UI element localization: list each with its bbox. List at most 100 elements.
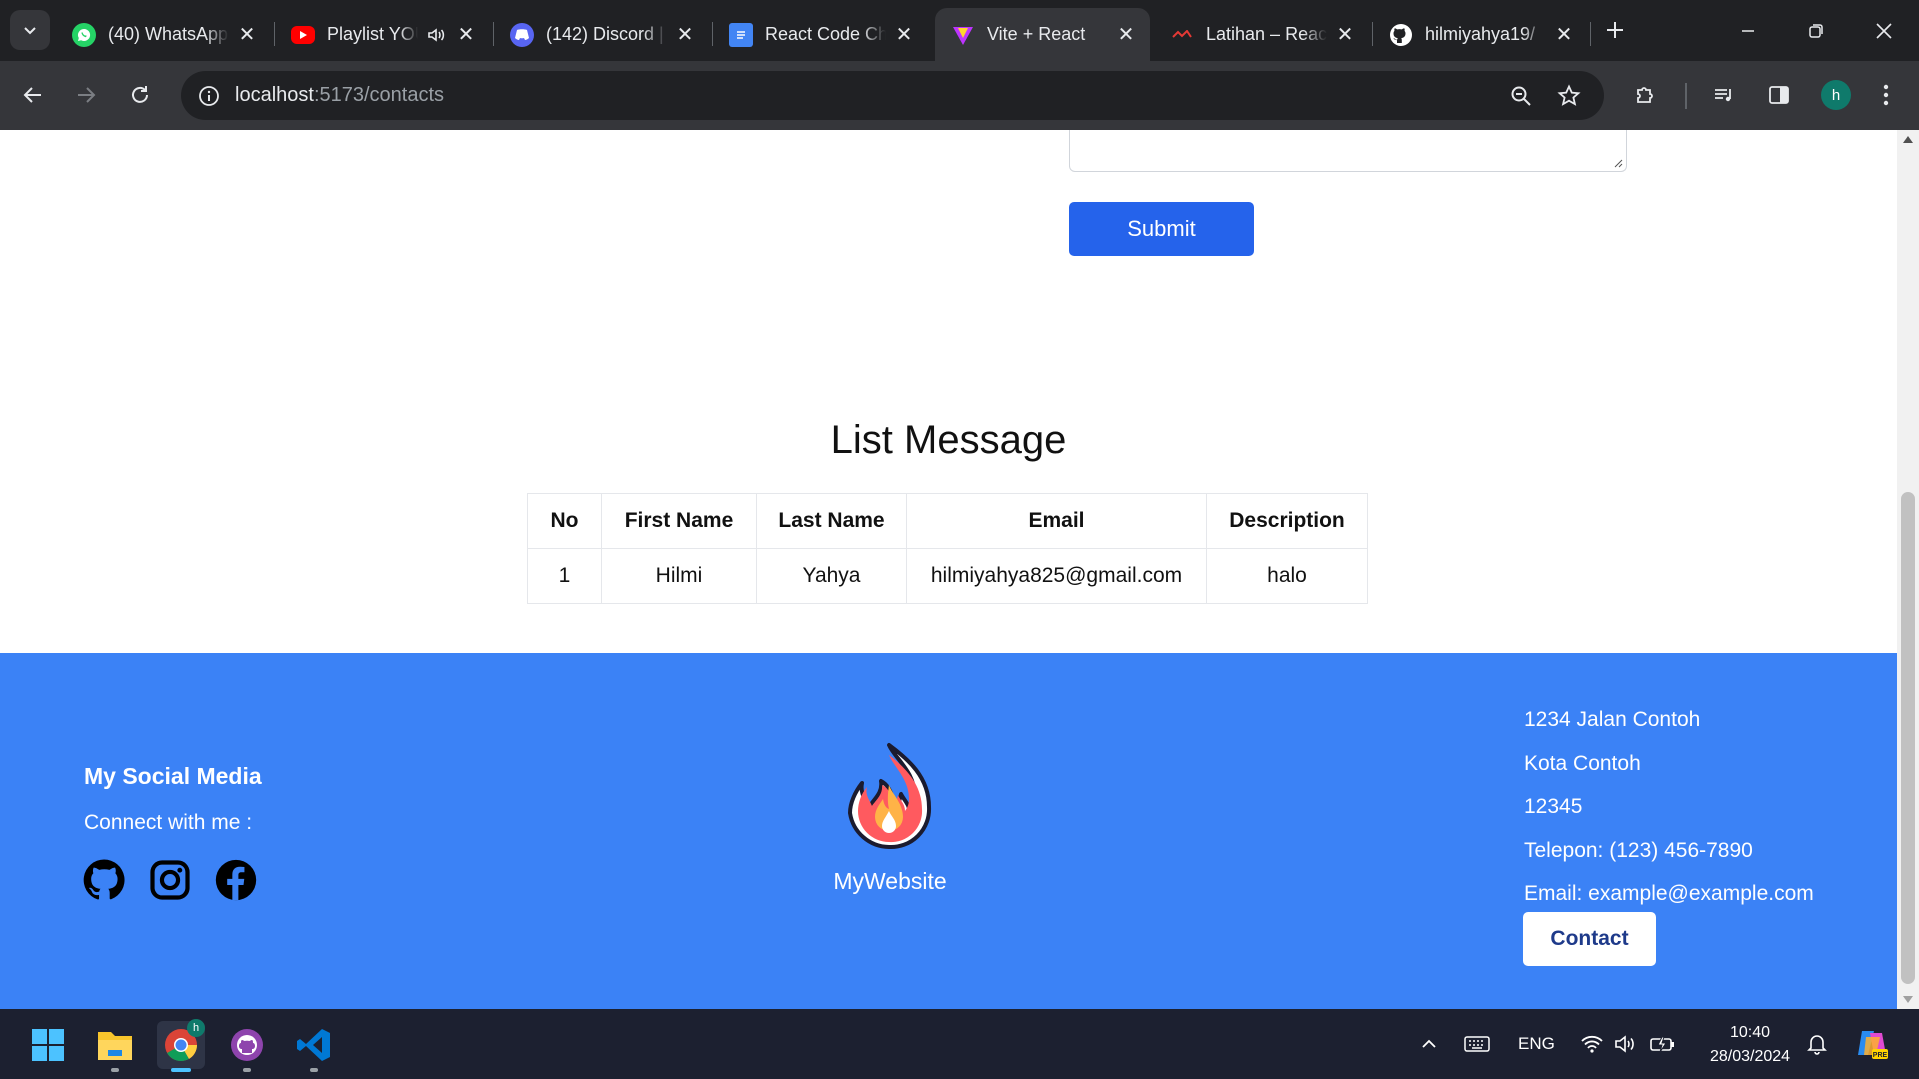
- tray-overflow-button[interactable]: [1419, 1009, 1439, 1079]
- instagram-icon[interactable]: [148, 858, 192, 902]
- site-info-icon[interactable]: [193, 80, 225, 112]
- tab-vite-react[interactable]: Vite + React ✕: [935, 8, 1150, 61]
- tab-latihan[interactable]: Latihan – React ✕: [1154, 8, 1369, 61]
- svg-text:PRE: PRE: [1873, 1052, 1888, 1059]
- active-indicator: [171, 1068, 191, 1072]
- new-tab-button[interactable]: [1597, 12, 1633, 48]
- resize-grip-icon[interactable]: [1613, 158, 1623, 168]
- url-host: localhost: [235, 84, 314, 106]
- copilot-button[interactable]: PRE: [1854, 1009, 1890, 1079]
- address-email: Email: example@example.com: [1524, 882, 1814, 905]
- github-desktop-icon: [231, 1029, 263, 1061]
- battery-button[interactable]: [1650, 1009, 1676, 1079]
- keyboard-icon: [1464, 1036, 1490, 1052]
- toolbar-separator: [1685, 83, 1687, 109]
- column-header-description: Description: [1206, 493, 1368, 549]
- touch-keyboard-button[interactable]: [1464, 1009, 1490, 1079]
- side-panel-icon: [1769, 86, 1789, 104]
- scrollbar-thumb[interactable]: [1901, 492, 1915, 984]
- tab-react-code-challenge[interactable]: React Code Challenge ✕: [713, 8, 928, 61]
- extensions-button[interactable]: [1628, 77, 1664, 113]
- volume-button[interactable]: [1614, 1009, 1636, 1079]
- scroll-down-arrow-icon[interactable]: [1903, 996, 1913, 1003]
- close-tab-icon[interactable]: ✕: [892, 23, 916, 47]
- tab-whatsapp[interactable]: (40) WhatsApp ✕: [56, 8, 271, 61]
- whatsapp-icon: [72, 22, 96, 47]
- close-window-button[interactable]: [1850, 0, 1918, 61]
- running-indicator: [111, 1068, 119, 1072]
- tab-discord[interactable]: (142) Discord | ✕: [494, 8, 709, 61]
- tab-strip: (40) WhatsApp ✕ Playlist YOUTUBE ✕ (142)…: [0, 0, 1919, 61]
- side-panel-button[interactable]: [1761, 77, 1797, 113]
- forward-button[interactable]: [68, 77, 104, 113]
- clock-time: 10:40: [1729, 1024, 1771, 1041]
- tab-title: Latihan – React: [1206, 24, 1327, 44]
- zoom-icon[interactable]: [1506, 81, 1536, 111]
- bell-icon: [1807, 1035, 1827, 1055]
- restore-button[interactable]: [1782, 0, 1850, 61]
- page-scrollbar[interactable]: [1897, 130, 1919, 1009]
- social-icons: [82, 858, 258, 902]
- speaker-icon[interactable]: [424, 23, 448, 47]
- cell-email: hilmiyahya825@gmail.com: [906, 548, 1207, 604]
- network-button[interactable]: [1580, 1009, 1604, 1079]
- cell-first-name: Hilmi: [601, 548, 757, 604]
- profile-avatar[interactable]: h: [1821, 80, 1851, 110]
- taskbar-file-explorer[interactable]: [91, 1021, 139, 1072]
- message-table: No First Name Last Name Email Descriptio…: [527, 493, 1368, 604]
- latihan-icon: [1170, 23, 1194, 47]
- arrow-right-icon: [78, 87, 96, 103]
- bookmark-star-icon[interactable]: [1554, 81, 1584, 111]
- submit-button[interactable]: Submit: [1069, 202, 1254, 256]
- running-indicator: [243, 1068, 251, 1072]
- arrow-left-icon: [23, 87, 41, 103]
- url-text[interactable]: localhost:5173/contacts: [235, 84, 444, 107]
- description-textarea[interactable]: [1069, 130, 1627, 172]
- page-viewport: Submit List Message No First Name Last N…: [0, 130, 1897, 1009]
- table-row: 1 Hilmi Yahya hilmiyahya825@gmail.com ha…: [527, 548, 1368, 604]
- column-header-last-name: Last Name: [756, 493, 907, 549]
- close-tab-icon[interactable]: ✕: [1552, 23, 1576, 47]
- folder-icon: [98, 1032, 132, 1060]
- facebook-icon[interactable]: [214, 858, 258, 902]
- tab-youtube[interactable]: Playlist YOUTUBE ✕: [275, 8, 490, 61]
- address-bar[interactable]: localhost:5173/contacts: [181, 71, 1604, 120]
- browser-menu-button[interactable]: [1868, 77, 1904, 113]
- taskbar-chrome[interactable]: h: [157, 1019, 205, 1072]
- running-indicator: [310, 1068, 318, 1072]
- minimize-button[interactable]: [1714, 0, 1782, 61]
- close-tab-icon[interactable]: ✕: [1333, 23, 1357, 47]
- close-tab-icon[interactable]: ✕: [235, 23, 259, 47]
- address-phone: Telepon: (123) 456-7890: [1524, 838, 1753, 862]
- language-indicator[interactable]: ENG: [1518, 1009, 1555, 1079]
- taskbar-github-desktop[interactable]: [223, 1021, 271, 1072]
- close-tab-icon[interactable]: ✕: [1114, 23, 1138, 47]
- github-icon[interactable]: [82, 858, 126, 902]
- tab-title: hilmiyahya19/: [1425, 24, 1536, 44]
- media-control-button[interactable]: [1706, 77, 1742, 113]
- more-vert-icon: [1883, 84, 1889, 106]
- close-tab-icon[interactable]: ✕: [673, 23, 697, 47]
- tab-search-button[interactable]: [10, 10, 50, 50]
- close-tab-icon[interactable]: ✕: [454, 23, 478, 47]
- scroll-up-arrow-icon[interactable]: [1903, 136, 1913, 143]
- cell-no: 1: [527, 548, 602, 604]
- back-button[interactable]: [15, 77, 51, 113]
- tab-github[interactable]: hilmiyahya19/ ✕: [1373, 8, 1588, 61]
- reload-button[interactable]: [122, 77, 158, 113]
- system-clock[interactable]: 10:40 28/03/2024: [1700, 1021, 1800, 1069]
- tab-title: Playlist YOUTUBE: [327, 24, 418, 44]
- github-icon: [1389, 23, 1413, 47]
- contact-button[interactable]: Contact: [1523, 912, 1656, 966]
- volume-icon: [1615, 1035, 1634, 1053]
- social-media-title: My Social Media: [84, 763, 262, 789]
- clock-date: 28/03/2024: [1709, 1048, 1791, 1065]
- minimize-icon: [1742, 29, 1754, 32]
- notifications-button[interactable]: [1807, 1009, 1827, 1079]
- wifi-icon: [1581, 1035, 1603, 1053]
- taskbar-vscode[interactable]: [290, 1021, 338, 1072]
- start-button[interactable]: [24, 1021, 72, 1069]
- restore-icon: [1809, 23, 1823, 38]
- discord-icon: [510, 22, 534, 47]
- brand-name: MyWebsite: [833, 868, 947, 894]
